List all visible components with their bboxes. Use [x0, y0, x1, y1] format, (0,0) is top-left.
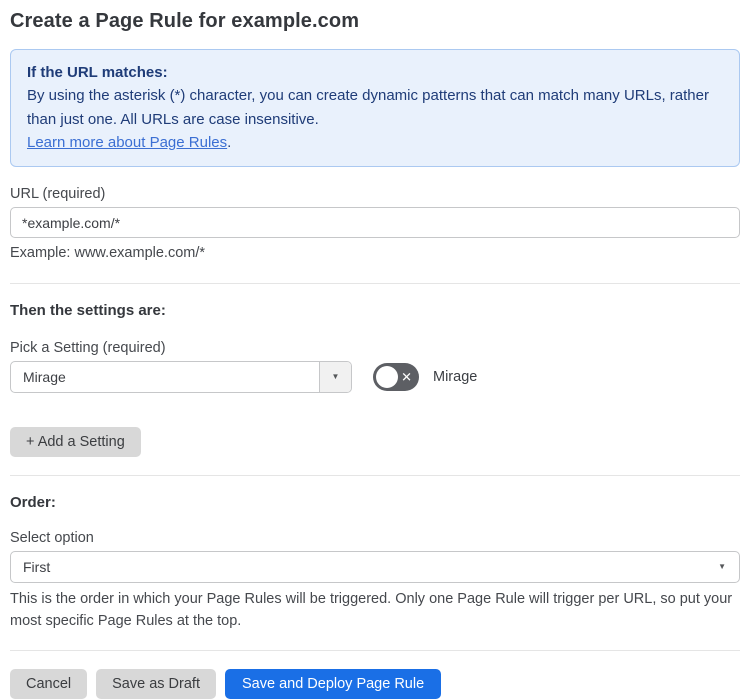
info-box-body: By using the asterisk (*) character, you… — [27, 87, 709, 128]
cancel-button[interactable]: Cancel — [10, 669, 88, 699]
action-bar: Cancel Save as Draft Save and Deploy Pag… — [10, 669, 740, 699]
order-select[interactable]: First ▼ — [10, 550, 740, 583]
url-label: URL (required) — [10, 186, 106, 202]
section-divider — [10, 474, 740, 476]
save-deploy-button[interactable]: Save and Deploy Page Rule — [224, 669, 442, 699]
url-example-helper: Example: www.example.com/* — [10, 245, 206, 261]
url-input[interactable] — [10, 207, 740, 238]
setting-select-arrow-button[interactable]: ▼ — [319, 361, 351, 392]
setting-row: Mirage ▼ ✕ Mirage — [10, 360, 740, 393]
create-page-rule-form: Create a Page Rule for example.com If th… — [0, 0, 750, 699]
pick-setting-label: Pick a Setting (required) — [10, 339, 166, 356]
link-period: . — [227, 133, 232, 151]
toggle-off-x-icon: ✕ — [401, 369, 412, 385]
toggle-setting-label: Mirage — [433, 368, 478, 385]
chevron-down-icon: ▼ — [331, 371, 340, 381]
section-divider — [10, 650, 740, 652]
setting-select-value: Mirage — [23, 368, 66, 385]
order-section-heading: Order: — [10, 493, 56, 511]
url-match-info-box: If the URL matches: By using the asteris… — [10, 49, 740, 167]
order-helper-text: This is the order in which your Page Rul… — [10, 590, 733, 629]
chevron-down-icon: ▼ — [718, 561, 726, 571]
add-setting-button[interactable]: + Add a Setting — [10, 426, 141, 457]
info-box-heading: If the URL matches: — [27, 64, 168, 81]
url-field-block: URL (required) Example: www.example.com/… — [10, 186, 740, 265]
select-option-label: Select option — [10, 529, 94, 546]
mirage-toggle[interactable]: ✕ — [373, 362, 419, 391]
order-select-value: First — [23, 558, 51, 575]
section-divider — [10, 282, 740, 284]
settings-section-heading: Then the settings are: — [10, 301, 166, 319]
info-link-line: Learn more about Page Rules. — [27, 131, 723, 154]
save-draft-button[interactable]: Save as Draft — [96, 669, 216, 699]
toggle-knob — [376, 365, 398, 388]
learn-more-link[interactable]: Learn more about Page Rules — [27, 134, 227, 151]
page-title: Create a Page Rule for example.com — [10, 10, 360, 32]
setting-select[interactable]: Mirage ▼ — [10, 360, 352, 393]
